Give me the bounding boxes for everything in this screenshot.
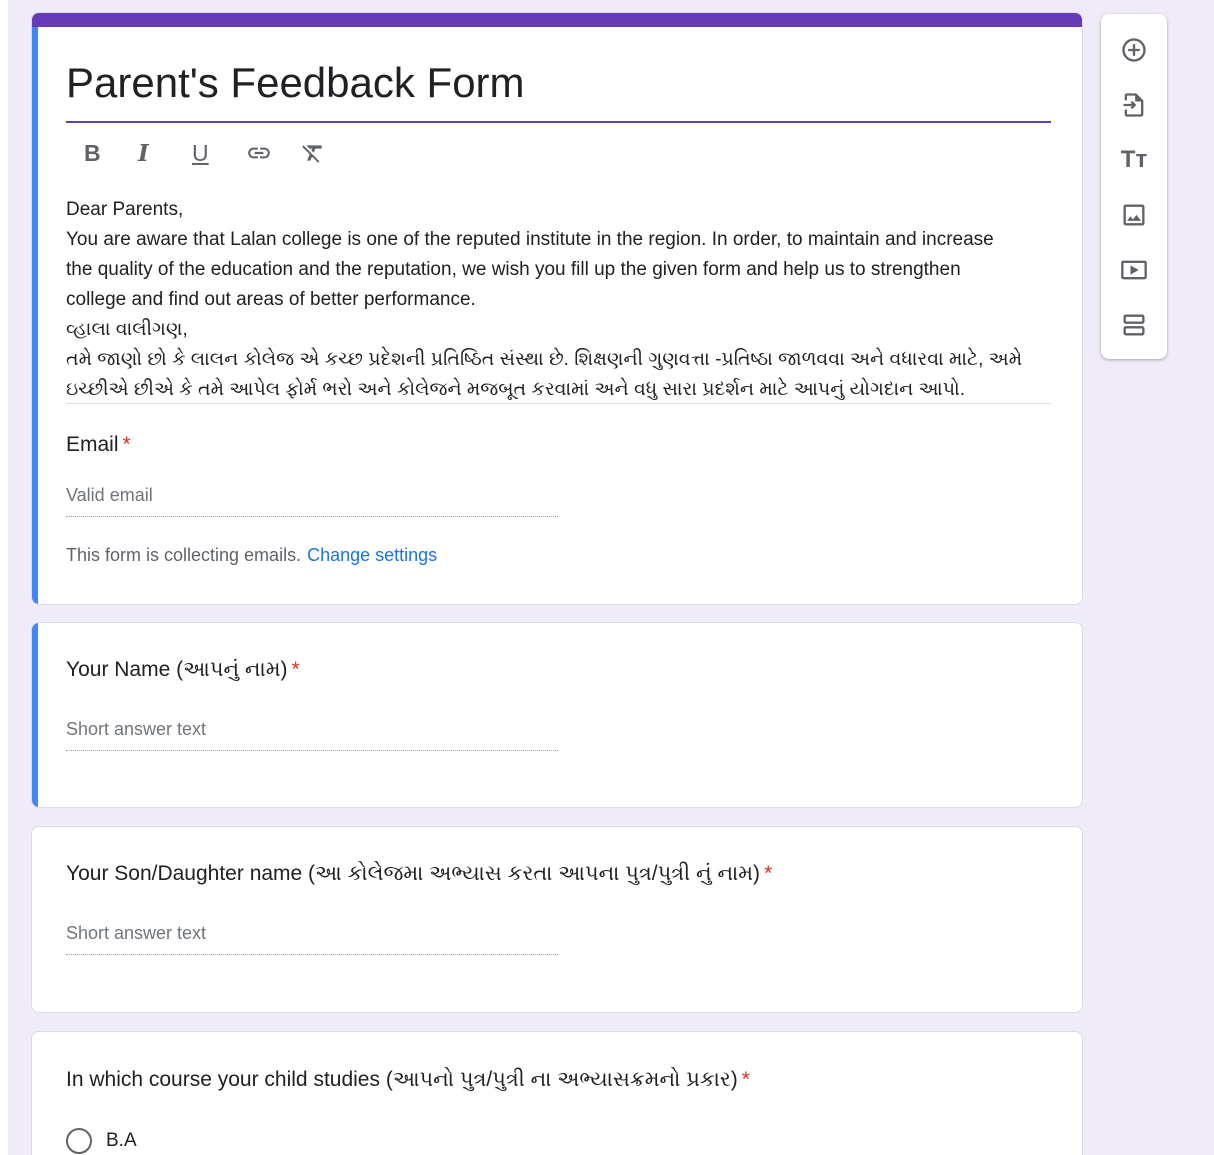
email-helper-text: This form is collecting emails.	[66, 545, 302, 565]
question-title-text: Your Son/Daughter name (આ કોલેજમા અભ્યાસ…	[66, 862, 761, 885]
email-label-text: Email	[66, 433, 119, 456]
add-title-icon: Tт	[1120, 146, 1148, 173]
clear-formatting-button[interactable]	[294, 137, 348, 169]
add-question-icon	[1122, 38, 1146, 62]
required-asterisk: *	[764, 862, 773, 885]
required-asterisk: *	[741, 1068, 750, 1091]
description-line: ઇચ્છીએ છીએ કે તમે આપેલ ફોર્મ ભરો અને કોલ…	[66, 379, 966, 400]
add-video-icon	[1121, 260, 1147, 280]
description-underline	[66, 403, 1051, 404]
import-questions-icon	[1123, 93, 1144, 117]
add-section-icon	[1123, 314, 1145, 336]
question-title: Your Name (આપનું નામ) *	[66, 658, 300, 682]
question-card-name[interactable]: Your Name (આપનું નામ) * Short answer text	[31, 622, 1083, 808]
question-card-course[interactable]: In which course your child studies (આપનો…	[31, 1031, 1083, 1155]
question-title-text: In which course your child studies (આપનો…	[66, 1068, 738, 1091]
description-line: You are aware that Lalan college is one …	[66, 229, 994, 250]
import-questions-button[interactable]	[1118, 89, 1150, 121]
email-label: Email *	[66, 433, 131, 457]
left-edge	[0, 0, 8, 1155]
radio-button[interactable]	[66, 1128, 92, 1154]
email-collection-notice: This form is collecting emails. Change se…	[66, 545, 437, 566]
form-description[interactable]: Dear Parents, You are aware that Lalan c…	[66, 195, 1051, 405]
question-title-text: Your Name (આપનું નામ)	[66, 658, 288, 681]
link-button[interactable]	[240, 137, 294, 169]
clear-formatting-icon	[302, 145, 322, 163]
question-title: In which course your child studies (આપનો…	[66, 1068, 750, 1092]
add-section-button[interactable]	[1118, 309, 1150, 341]
required-asterisk: *	[122, 433, 131, 456]
add-title-button[interactable]: Tт	[1118, 144, 1150, 176]
form-title[interactable]: Parent's Feedback Form	[66, 59, 525, 107]
floating-toolbar: Tт	[1101, 14, 1167, 359]
bold-button[interactable]: B	[78, 137, 132, 169]
question-card-child-name[interactable]: Your Son/Daughter name (આ કોલેજમા અભ્યાસ…	[31, 826, 1083, 1013]
link-icon	[248, 147, 270, 159]
add-image-button[interactable]	[1118, 199, 1150, 231]
description-line: college and find out areas of better per…	[66, 289, 476, 310]
short-answer-field[interactable]: Short answer text	[66, 719, 558, 751]
add-video-button[interactable]	[1118, 254, 1150, 286]
description-line: Dear Parents,	[66, 199, 184, 220]
add-question-button[interactable]	[1118, 34, 1150, 66]
email-field[interactable]: Valid email	[66, 485, 558, 517]
theme-color-bar	[32, 13, 1082, 27]
description-line: વ્હાલા વાલીગણ,	[66, 319, 188, 340]
question-title: Your Son/Daughter name (આ કોલેજમા અભ્યાસ…	[66, 862, 772, 886]
description-line: તમે જાણો છો કે લાલન કોલેજ એ કચ્છ પ્રદેશન…	[66, 349, 1023, 370]
description-line: the quality of the education and the rep…	[66, 259, 961, 280]
required-asterisk: *	[291, 658, 300, 681]
short-answer-field[interactable]: Short answer text	[66, 923, 558, 955]
italic-button[interactable]: I	[132, 137, 186, 169]
title-underline	[66, 121, 1051, 123]
change-settings-link[interactable]: Change settings	[307, 545, 437, 565]
form-header-card[interactable]: Parent's Feedback Form B I U Dear Parent…	[31, 12, 1083, 605]
radio-option[interactable]: B.A	[66, 1128, 137, 1154]
text-format-toolbar: B I U	[78, 137, 348, 169]
radio-option-label: B.A	[106, 1130, 137, 1151]
add-image-icon	[1123, 204, 1145, 226]
underline-button[interactable]: U	[186, 137, 240, 169]
